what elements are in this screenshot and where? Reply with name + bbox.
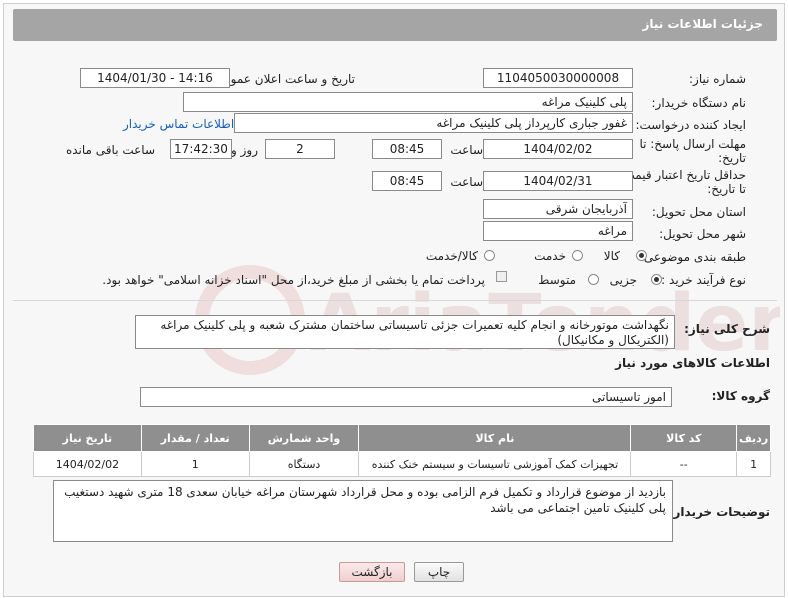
price-validity-label-2: تا تاریخ: [707,182,746,196]
cell-name: تجهیزات کمک آموزشی تاسیسات و سیستم خنک ک… [358,451,632,477]
reply-time-label: ساعت [450,143,483,157]
creator-field: غفور جباری کارپرداز پلی کلینیک مراغه [234,113,633,133]
announce-field: 1404/01/30 - 14:16 [80,68,230,88]
category-radio-goods-service[interactable] [484,250,495,261]
cell-code: -- [630,451,738,477]
col-date: تاریخ نیاز [33,424,142,452]
days-label: روز و [231,143,258,157]
cell-unit: دستگاه [248,451,360,477]
category-option-goods: کالا [603,249,620,263]
cell-qty: 1 [140,451,250,477]
buyer-org-field: پلی کلینیک مراغه [183,92,633,112]
treasury-checkbox[interactable] [496,271,507,282]
buyer-org-label: نام دستگاه خریدار: [651,96,747,110]
payment-note: پرداخت تمام یا بخشی از مبلغ خرید،از محل … [102,273,485,287]
col-qty: تعداد / مقدار [140,424,250,452]
province-label: استان محل تحویل: [651,205,746,219]
col-unit: واحد شمارش [248,424,360,452]
category-radio-service[interactable] [572,250,583,261]
description-textarea[interactable]: نگهداشت موتورخانه و انجام کلیه تعمیرات ج… [135,315,675,349]
remaining-time-label: ساعت باقی مانده [65,143,155,157]
process-option-medium: متوسط [538,273,576,287]
creator-label: ایجاد کننده درخواست: [635,118,746,132]
price-validity-label: حداقل تاریخ اعتبار قیمت: [619,168,746,182]
price-date-field: 1404/02/31 [483,171,633,191]
goods-group-label: گروه کالا: [711,389,770,403]
reply-deadline-label: مهلت ارسال پاسخ: تا [639,137,746,151]
process-label: نوع فرآیند خرید : [661,273,746,287]
cell-date: 1404/02/02 [33,451,142,477]
back-button[interactable]: بازگشت [339,562,405,582]
price-time-field: 08:45 [372,171,442,191]
description-label: شرح کلی نیاز: [684,322,770,336]
price-time-label: ساعت [450,175,483,189]
days-field: 2 [265,139,335,159]
category-radio-goods[interactable] [636,250,647,261]
table-row: 1 -- تجهیزات کمک آموزشی تاسیسات و سیستم … [33,451,771,477]
category-option-goods-service: کالا/خدمت [425,249,478,263]
remaining-time-field: 17:42:30 [170,139,232,159]
goods-section-title: اطلاعات کالاهای مورد نیاز [615,356,770,370]
goods-table: ردیف کد کالا نام کالا واحد شمارش تعداد /… [33,424,771,477]
reply-time-field: 08:45 [372,139,442,159]
col-name: نام کالا [358,424,632,452]
print-button[interactable]: چاپ [414,562,464,582]
province-field: آذربایجان شرقی [483,199,633,219]
buyer-notes-textarea[interactable]: بازدید از موضوع قرارداد و تکمیل فرم الزا… [53,480,673,542]
need-number-label: شماره نیاز: [689,72,746,86]
announce-label: تاریخ و ساعت اعلان عمومی: [210,72,355,86]
goods-group-field: امور تاسیساتی [140,387,672,407]
process-radio-minor[interactable] [651,274,662,285]
page-title: جزئیات اطلاعات نیاز [642,17,763,31]
process-option-minor: جزیی [609,273,637,287]
category-option-service: خدمت [534,249,566,263]
reply-deadline-label-2: تاریخ: [718,151,746,165]
buyer-contact-link[interactable]: اطلاعات تماس خریدار [123,117,234,131]
need-number-field: 1104050030000008 [483,68,633,88]
divider [13,300,777,301]
cell-row: 1 [736,451,771,477]
buyer-notes-label: توضیحات خریدار: [668,505,770,519]
reply-date-field: 1404/02/02 [483,139,633,159]
header-bar: جزئیات اطلاعات نیاز [13,9,777,41]
city-label: شهر محل تحویل: [659,227,746,241]
category-label: طبقه بندی موضوعی: [639,250,746,264]
city-field: مراغه [483,221,633,241]
col-row: ردیف [736,424,771,452]
table-header-row: ردیف کد کالا نام کالا واحد شمارش تعداد /… [33,424,771,452]
process-radio-medium[interactable] [588,274,599,285]
col-code: کد کالا [630,424,738,452]
